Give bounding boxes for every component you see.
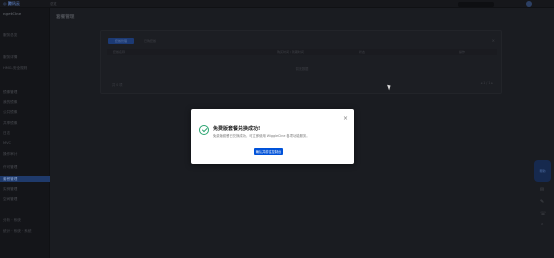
phone-icon[interactable]: ☏ xyxy=(540,212,546,217)
dialog-title: 免费版套餐兑换成功! xyxy=(213,126,261,132)
pagination[interactable]: ◂ 1 / 1 ▸ xyxy=(481,81,493,85)
brand-logo[interactable]: ◎ 腾讯云 xyxy=(3,1,20,7)
sidebar-item-security-rules[interactable]: HMG-安全规则 xyxy=(3,66,27,71)
close-icon[interactable]: × xyxy=(343,116,348,122)
sidebar-item-statistics[interactable]: 统计 · 系统 · 系统 xyxy=(3,229,31,234)
total-count: 共 0 项 xyxy=(112,83,123,87)
sidebar-item-label: 套餐管理 xyxy=(3,177,18,181)
close-icon[interactable]: × xyxy=(492,38,495,43)
sidebar-item-spaces[interactable]: 空间管理 xyxy=(3,197,17,202)
sidebar-item-license[interactable]: 许可管理 xyxy=(3,165,17,170)
breadcrumb[interactable]: 总览 xyxy=(50,1,57,6)
sidebar-item-public-images[interactable]: 公共镜像 xyxy=(3,110,17,115)
column-header: 套餐名称 xyxy=(113,50,126,54)
tab-purchased-packages[interactable]: 已购套餐 xyxy=(139,38,161,44)
package-card: 套餐管理 已购套餐 × 套餐名称 购买时间 / 到期时间 状态 操作 暂无数据 … xyxy=(100,30,502,94)
search-input[interactable] xyxy=(458,1,494,7)
dialog-description: 免费版套餐已兑换成功，可立即使用 WiggleCine 各项功能服务。 xyxy=(213,134,310,138)
column-header: 状态 xyxy=(359,50,366,54)
sidebar-item-image-management[interactable]: 镜像管理 xyxy=(3,90,17,95)
sidebar: ngetCine 服务总览 服务详情 HMG-安全规则 镜像管理 我的镜像 公共… xyxy=(0,8,50,258)
sidebar-item-my-images[interactable]: 我的镜像 xyxy=(3,100,17,105)
sidebar-item-logs[interactable]: 日志 xyxy=(3,131,10,136)
sidebar-item-overview[interactable]: 服务总览 xyxy=(3,33,17,38)
sidebar-item-shared-images[interactable]: 共享镜像 xyxy=(3,121,17,126)
go-to-console-button[interactable]: 确认并前往控制台 xyxy=(254,148,283,155)
table-header: 套餐名称 购买时间 / 到期时间 状态 操作 xyxy=(107,49,497,55)
success-check-icon xyxy=(199,125,209,135)
column-header: 购买时间 / 到期时间 xyxy=(277,50,304,54)
sidebar-item-analysis[interactable]: 分析 · 系统 xyxy=(3,218,21,223)
sidebar-item-service-detail[interactable]: 服务详情 xyxy=(3,55,17,60)
sidebar-item-audit[interactable]: 操作审计 xyxy=(3,152,17,157)
tab-package-management[interactable]: 套餐管理 xyxy=(108,38,134,44)
chat-icon[interactable]: ✉ xyxy=(540,188,546,193)
sidebar-item-packages[interactable]: 套餐管理 xyxy=(0,176,50,182)
sidebar-app-name: ngetCine xyxy=(3,12,22,16)
help-float-button[interactable]: 帮助 xyxy=(534,160,551,182)
sidebar-item-instances[interactable]: 实例管理 xyxy=(3,187,17,192)
feedback-icon[interactable]: ✎ xyxy=(540,200,546,205)
empty-state-text: 暂无数据 xyxy=(295,67,309,71)
top-bar: ◎ 腾讯云 总览 xyxy=(0,0,554,8)
sidebar-item-mvc[interactable]: MVC xyxy=(3,141,11,145)
avatar[interactable] xyxy=(526,1,532,7)
success-dialog: × 免费版套餐兑换成功! 免费版套餐已兑换成功，可立即使用 WiggleCine… xyxy=(191,109,354,164)
page-title: 套餐管理 xyxy=(56,15,75,20)
top-icon[interactable]: ⌃ xyxy=(540,224,546,229)
column-header: 操作 xyxy=(459,50,466,54)
